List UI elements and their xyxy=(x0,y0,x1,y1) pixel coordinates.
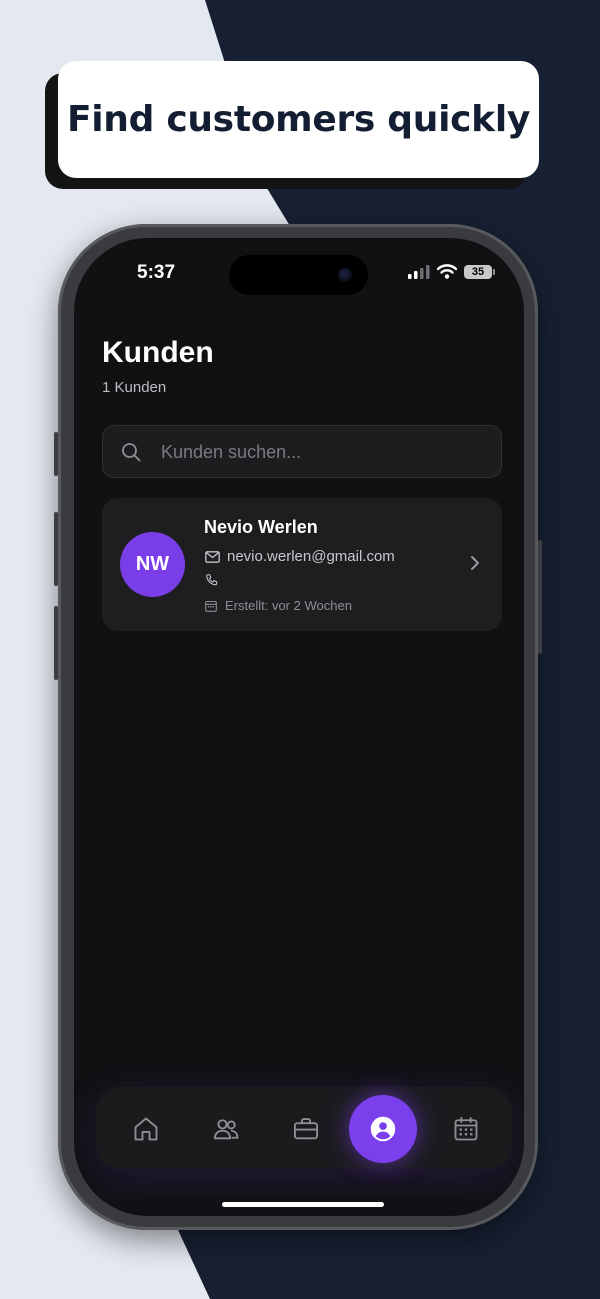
headline-card: Find customers quickly xyxy=(58,61,539,178)
tab-customers[interactable] xyxy=(206,1109,246,1149)
status-time: 5:37 xyxy=(137,262,176,283)
customer-name: Nevio Werlen xyxy=(204,517,318,537)
wifi-icon xyxy=(437,264,457,279)
tab-profile[interactable] xyxy=(349,1095,417,1163)
mail-icon xyxy=(205,551,220,563)
page-title: Kunden xyxy=(102,336,214,369)
customer-created: Erstellt: vor 2 Wochen xyxy=(225,598,352,613)
tab-jobs[interactable] xyxy=(286,1109,326,1149)
side-button[interactable] xyxy=(538,540,542,654)
home-icon xyxy=(134,1117,158,1141)
home-indicator[interactable] xyxy=(222,1202,384,1207)
tab-bar xyxy=(96,1087,512,1169)
action-button[interactable] xyxy=(54,432,58,476)
tab-home[interactable] xyxy=(126,1109,166,1149)
avatar: NW xyxy=(120,532,185,597)
battery-icon: 35 xyxy=(464,264,495,279)
calendar-icon xyxy=(454,1116,478,1141)
headline-text: Find customers quickly xyxy=(66,99,531,140)
volume-down-button[interactable] xyxy=(54,606,58,680)
chevron-right-icon xyxy=(471,556,479,570)
customer-card[interactable]: NW Nevio Werlen nevio.werlen@gmail.com E… xyxy=(102,498,502,631)
customer-count: 1 Kunden xyxy=(102,379,167,396)
tab-calendar[interactable] xyxy=(446,1109,486,1149)
calendar-small-icon xyxy=(205,600,217,612)
search-bar[interactable] xyxy=(102,425,502,479)
search-input[interactable] xyxy=(159,426,483,479)
camera-lens xyxy=(338,268,352,282)
status-icons: 35 xyxy=(408,264,495,279)
user-circle-icon xyxy=(370,1116,396,1142)
briefcase-icon xyxy=(293,1118,319,1140)
volume-up-button[interactable] xyxy=(54,512,58,586)
phone-screen: 5:37 35 Kunden 1 Kunden NW Nevio Werlen xyxy=(74,238,524,1216)
users-icon xyxy=(213,1119,239,1140)
signal-icon xyxy=(408,264,430,279)
search-icon xyxy=(122,443,141,462)
dynamic-island xyxy=(229,255,368,295)
phone-icon xyxy=(206,574,218,586)
customer-email: nevio.werlen@gmail.com xyxy=(227,548,395,565)
